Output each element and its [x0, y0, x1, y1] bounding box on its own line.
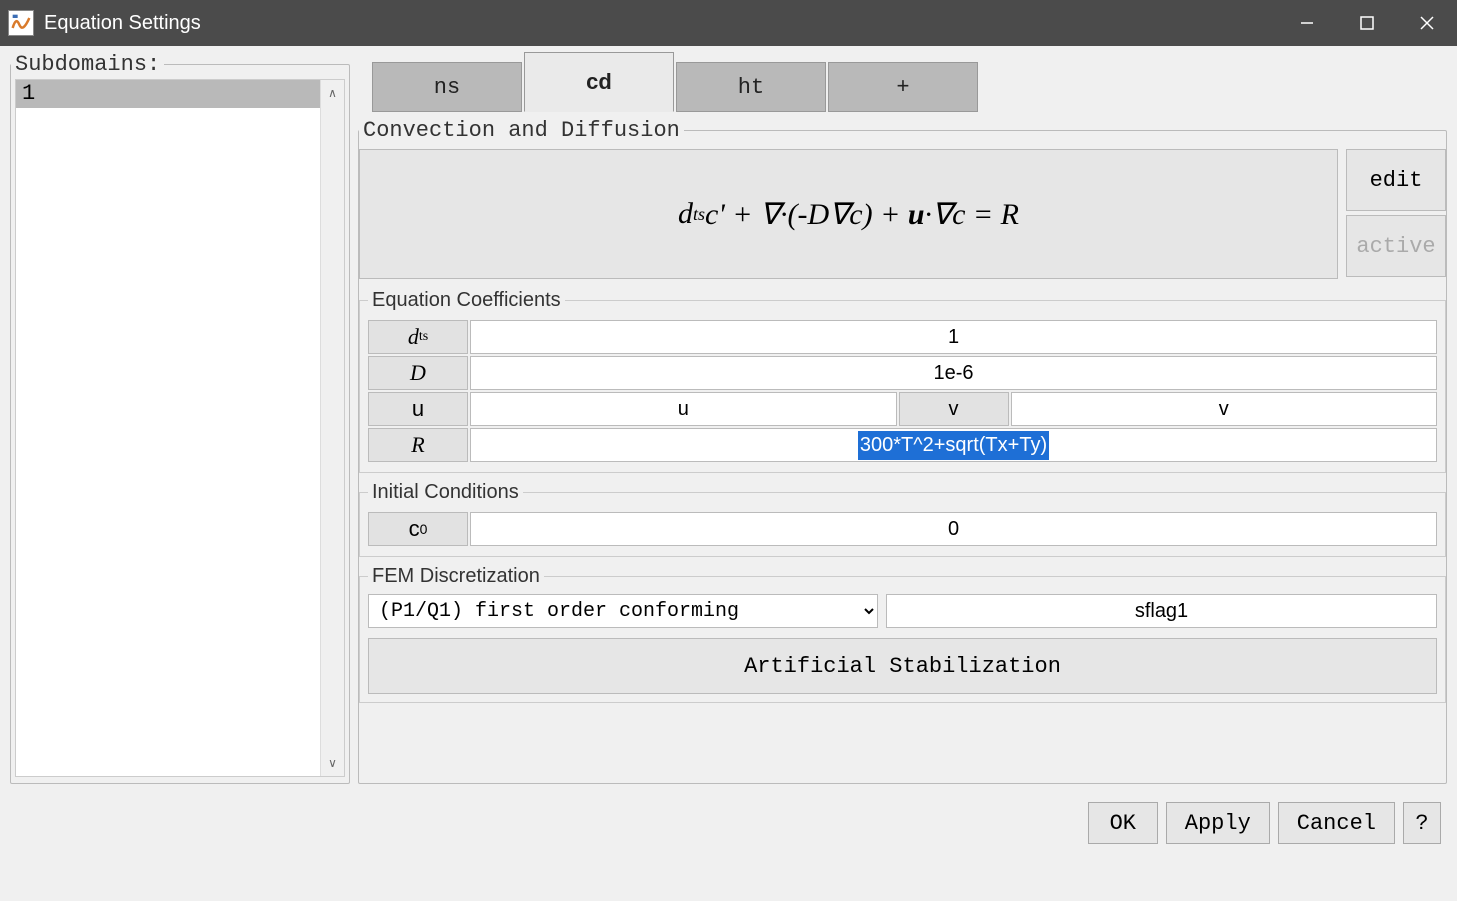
subdomains-panel: Subdomains: 1 ∧ ∨ — [10, 52, 350, 784]
coefficients-legend: Equation Coefficients — [368, 289, 565, 312]
cd-legend: Convection and Diffusion — [359, 118, 684, 143]
apply-button[interactable]: Apply — [1166, 802, 1270, 844]
fem-legend: FEM Discretization — [368, 565, 544, 588]
coef-mid-v: v — [899, 392, 1009, 426]
coef-input-R[interactable]: 300*T^2+sqrt(Tx+Ty) — [470, 428, 1437, 462]
edit-button[interactable]: edit — [1346, 149, 1446, 211]
tab-ns[interactable]: ns — [372, 62, 522, 112]
equation-side-buttons: edit active — [1346, 149, 1446, 279]
tab-cd[interactable]: cd — [524, 52, 674, 112]
subdomains-list-wrap: 1 ∧ ∨ — [15, 79, 345, 777]
initial-conditions-legend: Initial Conditions — [368, 481, 523, 504]
coef-input-D[interactable] — [470, 356, 1437, 390]
coef-label-dts: dts — [368, 320, 468, 354]
coef-input-c0[interactable] — [470, 512, 1437, 546]
close-button[interactable] — [1397, 0, 1457, 46]
artificial-stabilization-button[interactable]: Artificial Stabilization — [368, 638, 1437, 694]
dialog-buttons: OK Apply Cancel ? — [0, 788, 1457, 844]
help-button[interactable]: ? — [1403, 802, 1441, 844]
coef-label-R: R — [368, 428, 468, 462]
initial-conditions-group: Initial Conditions c0 — [359, 481, 1446, 557]
subdomains-legend: Subdomains: — [11, 52, 164, 77]
maximize-button[interactable] — [1337, 0, 1397, 46]
tab-ht[interactable]: ht — [676, 62, 826, 112]
app-icon — [8, 10, 34, 36]
equation-row: dtsc' + ∇·(-D∇c) + u·∇c = R edit active — [359, 149, 1446, 279]
active-button[interactable]: active — [1346, 215, 1446, 277]
right-pane: ns cd ht + Convection and Diffusion dtsc… — [358, 52, 1447, 784]
scroll-down-icon[interactable]: ∨ — [321, 750, 344, 776]
coef-input-dts[interactable] — [470, 320, 1437, 354]
title-bar: Equation Settings — [0, 0, 1457, 46]
scroll-up-icon[interactable]: ∧ — [321, 80, 344, 106]
coef-label-D: D — [368, 356, 468, 390]
fem-group: FEM Discretization (P1/Q1) first order c… — [359, 565, 1446, 703]
coef-input-u2[interactable] — [1011, 392, 1438, 426]
coef-label-c0: c0 — [368, 512, 468, 546]
minimize-button[interactable] — [1277, 0, 1337, 46]
tab-add[interactable]: + — [828, 62, 978, 112]
coefficients-group: Equation Coefficients dts D u v R — [359, 289, 1446, 473]
equation-display: dtsc' + ∇·(-D∇c) + u·∇c = R — [359, 149, 1338, 279]
coef-input-u1[interactable] — [470, 392, 897, 426]
coef-R-selection: 300*T^2+sqrt(Tx+Ty) — [858, 431, 1049, 460]
tabs: ns cd ht + — [358, 52, 1447, 112]
fem-sflag-input[interactable] — [886, 594, 1437, 628]
subdomains-list[interactable]: 1 — [16, 80, 320, 776]
subdomain-item[interactable]: 1 — [16, 80, 320, 108]
coef-label-u: u — [368, 392, 468, 426]
cd-group: Convection and Diffusion dtsc' + ∇·(-D∇c… — [358, 118, 1447, 784]
ok-button[interactable]: OK — [1088, 802, 1158, 844]
subdomains-scrollbar[interactable]: ∧ ∨ — [320, 80, 344, 776]
window-controls — [1277, 0, 1457, 46]
cancel-button[interactable]: Cancel — [1278, 802, 1395, 844]
fem-select[interactable]: (P1/Q1) first order conforming — [368, 594, 878, 628]
content-area: Subdomains: 1 ∧ ∨ ns cd ht + Convection … — [0, 46, 1457, 788]
window-title: Equation Settings — [44, 12, 1277, 35]
